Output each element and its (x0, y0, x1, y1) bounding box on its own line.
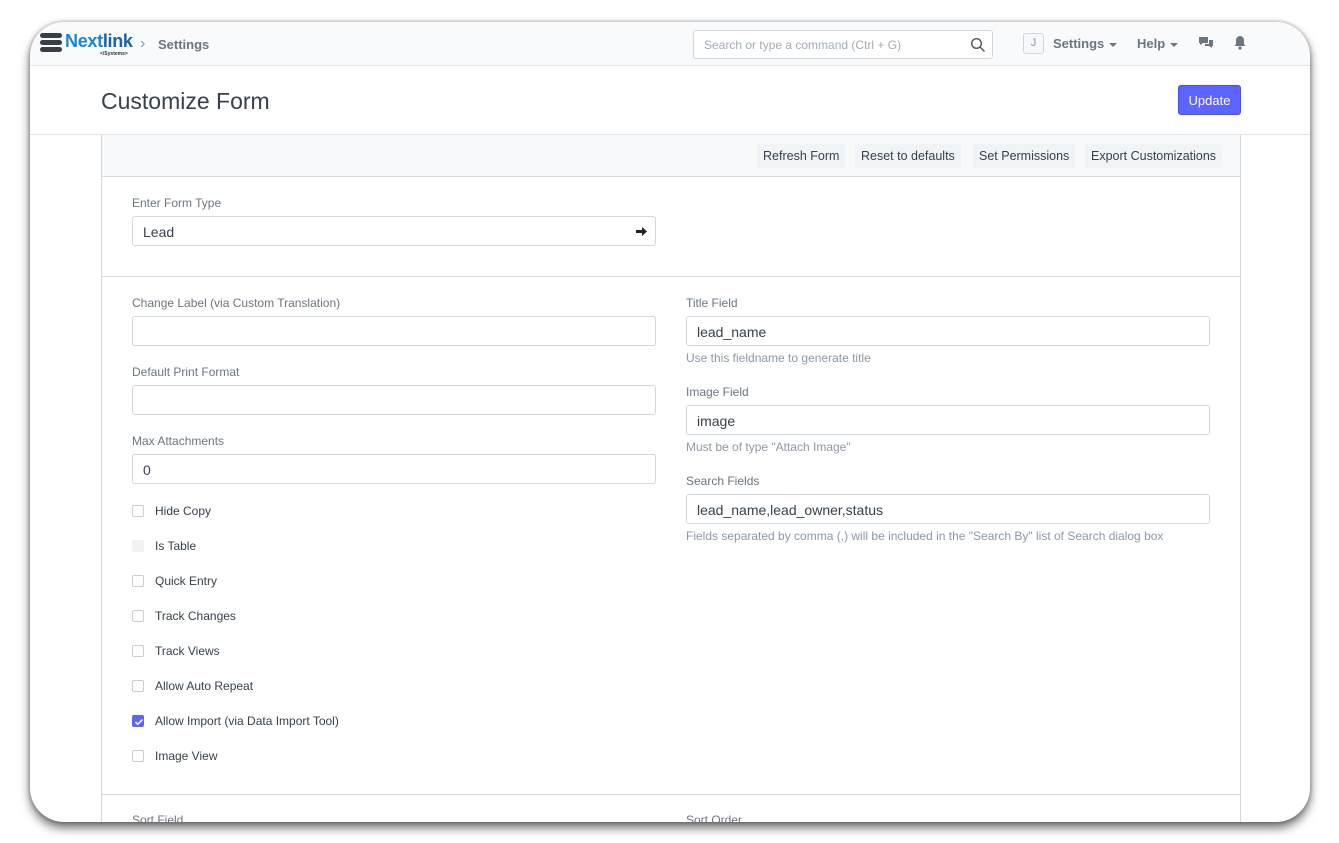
reset-to-defaults-button[interactable]: Reset to defaults (855, 144, 961, 168)
search-fields-label: Search Fields (686, 474, 760, 488)
sort-field-label: Sort Field (132, 813, 184, 822)
chat-icon[interactable] (1198, 35, 1214, 51)
checkbox-label: Hide Copy (155, 504, 212, 518)
checkbox[interactable] (132, 575, 144, 587)
change-label-label: Change Label (via Custom Translation) (132, 296, 341, 310)
checkbox (132, 540, 144, 552)
checkbox[interactable] (132, 750, 144, 762)
form-settings-section: Change Label (via Custom Translation) De… (102, 277, 1240, 795)
checkbox-label: Track Changes (155, 609, 236, 623)
breadcrumb-settings[interactable]: Settings (158, 37, 209, 52)
checkbox[interactable] (132, 645, 144, 657)
logo-text: Nextlink (65, 31, 133, 51)
settings-dropdown[interactable]: Settings (1053, 36, 1118, 51)
print-format-input[interactable] (132, 385, 656, 415)
change-label-input[interactable] (132, 316, 656, 346)
title-field-label: Title Field (686, 296, 738, 310)
image-field-label: Image Field (686, 385, 749, 399)
max-attachments-input[interactable]: 0 (132, 454, 656, 484)
checkbox-label: Allow Import (via Data Import Tool) (155, 714, 339, 728)
caret-down-icon (1170, 42, 1179, 47)
refresh-form-button[interactable]: Refresh Form (757, 144, 846, 168)
update-button[interactable]: Update (1178, 85, 1241, 115)
breadcrumb-chevron-icon: › (140, 35, 146, 52)
page-title: Customize Form (101, 88, 270, 114)
search-icon (970, 37, 986, 53)
search-fields-input[interactable]: lead_name,lead_owner,status (686, 494, 1210, 524)
search-fields-help: Fields separated by comma (,) will be in… (686, 529, 1164, 543)
checkbox[interactable] (132, 680, 144, 692)
caret-down-icon (1109, 42, 1118, 47)
form-card: Refresh Form Reset to defaults Set Permi… (101, 135, 1241, 822)
page-header: Customize Form Update (30, 66, 1310, 135)
print-format-label: Default Print Format (132, 365, 240, 379)
checkbox[interactable] (132, 715, 144, 727)
title-field-input[interactable]: lead_name (686, 316, 1210, 346)
avatar[interactable]: J (1023, 33, 1044, 54)
logo-stack-icon (40, 33, 64, 55)
search-input[interactable]: Search or type a command (Ctrl + G) (693, 30, 993, 59)
checkbox[interactable] (132, 610, 144, 622)
form-type-value: Lead (143, 224, 175, 240)
bell-icon[interactable] (1233, 35, 1247, 50)
checkbox-label: Is Table (155, 539, 197, 553)
navbar: Nextlink </Systems> › Settings Search or… (30, 22, 1310, 66)
checkbox-label: Track Views (155, 644, 220, 658)
checkbox-label: Allow Auto Repeat (155, 679, 254, 693)
app-window: Nextlink </Systems> › Settings Search or… (30, 22, 1310, 822)
check-icon (134, 718, 144, 726)
help-dropdown[interactable]: Help (1137, 36, 1179, 51)
checkbox-label: Image View (155, 749, 218, 763)
image-field-help: Must be of type "Attach Image" (686, 440, 851, 454)
form-type-section: Enter Form Type Lead (102, 177, 1240, 277)
checkbox[interactable] (132, 505, 144, 517)
max-attachments-label: Max Attachments (132, 434, 225, 448)
form-type-field[interactable]: Lead (132, 216, 656, 246)
export-customizations-button[interactable]: Export Customizations (1085, 144, 1223, 168)
checkbox-label: Quick Entry (155, 574, 218, 588)
search-placeholder: Search or type a command (Ctrl + G) (704, 38, 902, 52)
nextlink-logo[interactable]: Nextlink </Systems> (40, 31, 136, 57)
image-field-input[interactable]: image (686, 405, 1210, 435)
logo-subtext: </Systems> (100, 51, 128, 57)
title-field-help: Use this fieldname to generate title (686, 351, 871, 365)
set-permissions-button[interactable]: Set Permissions (973, 144, 1076, 168)
form-type-label: Enter Form Type (132, 196, 222, 210)
sort-order-label: Sort Order (686, 813, 743, 822)
arrow-right-icon[interactable] (636, 226, 647, 237)
form-toolbar: Refresh Form Reset to defaults Set Permi… (102, 135, 1240, 177)
